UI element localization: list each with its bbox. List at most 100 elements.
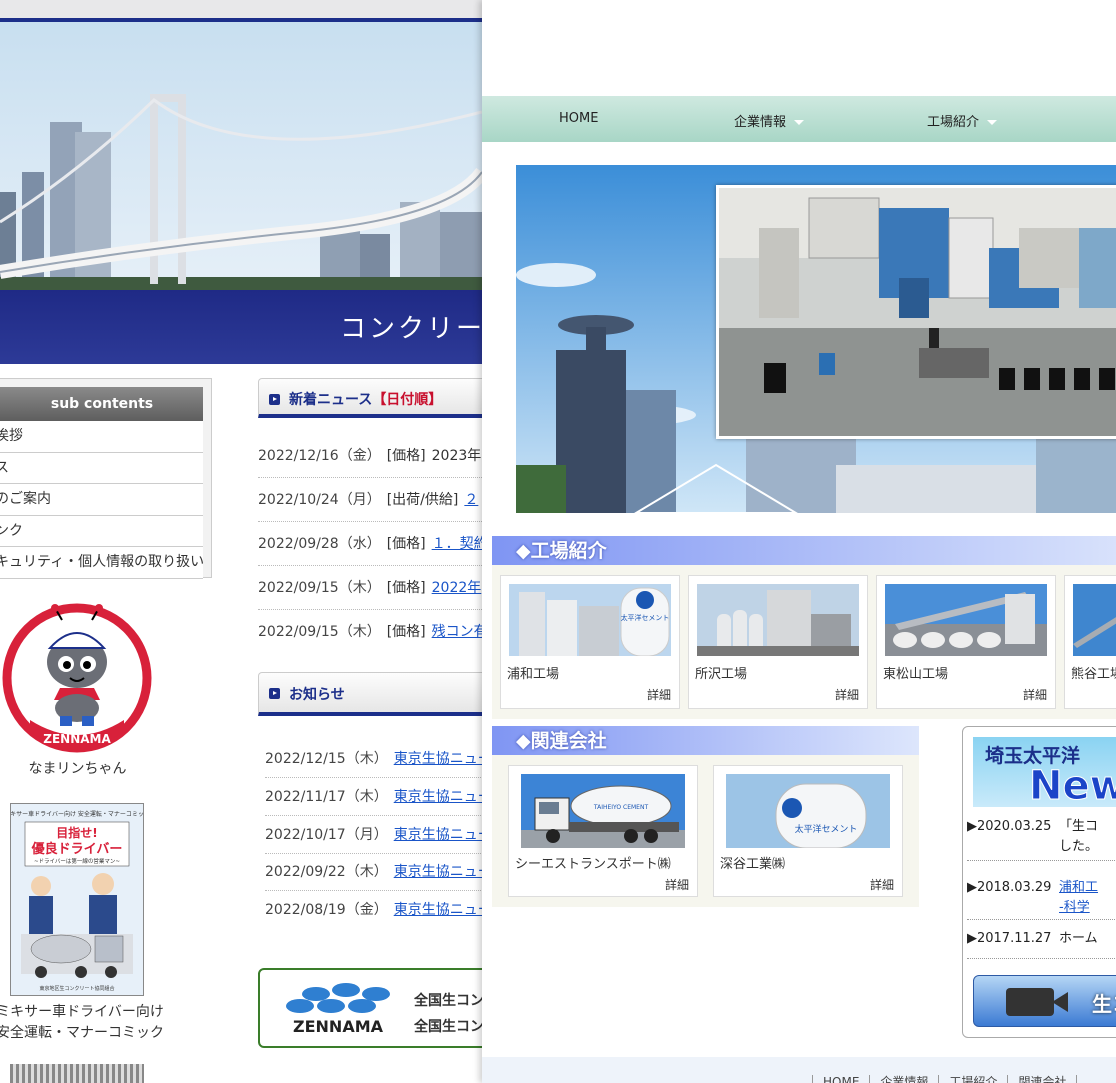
info-link[interactable]: 東京生協ニュー [394,827,482,843]
info-date: 2022/09/22（木） [265,864,388,880]
factory-list: 太平洋セメント 浦和工場 詳細 所沢工場 詳細 東松山工場 詳細 熊谷工 [492,565,1116,719]
comic-caption-line1: ミキサー車ドライバー向け [0,1004,164,1020]
related-section-header: ◆関連会社 [492,726,919,756]
factory-image [1073,584,1116,656]
info-link[interactable]: 東京生協ニュー [394,864,482,880]
play-square-icon [269,394,280,405]
related-card[interactable]: TAIHEIYO CEMENT シーエストランスポート㈱ 詳細 [508,765,698,897]
lab-equipment-photo [716,185,1116,439]
news-row: 2022/10/24（月） [出荷/供給] ２ [258,478,482,522]
hero-title-band: コンクリー [0,290,482,364]
news-box-date: ▶2018.03.29 [967,880,1052,895]
news-link[interactable]: 2022年 [432,580,482,596]
video-button[interactable]: 生コ [973,975,1116,1027]
news-link[interactable]: 残コン有 [432,624,482,640]
factory-name: 浦和工場 [507,667,560,682]
sub-contents-item[interactable]: キュリティ・個人情報の取り扱い [0,547,203,579]
news-logo-big: New [1029,763,1116,808]
news-category: [出荷/供給] [386,492,459,508]
factory-detail-link[interactable]: 詳細 [1023,686,1047,703]
news-box-date: ▶2017.11.27 [967,931,1052,946]
related-card[interactable]: 太平洋セメント 深谷工業㈱ 詳細 [713,765,903,897]
factory-card[interactable]: 太平洋セメント 浦和工場 詳細 [500,575,680,709]
cement-tank-image: 太平洋セメント [726,774,890,848]
info-row: 2022/11/17（木） 東京生協ニュー [265,778,482,816]
video-button-label: 生コ [1092,992,1116,1016]
news-box-row: ▶2018.03.29 浦和工 -科学 [967,872,1116,920]
mascot-namarin-image[interactable]: ZENNAMA [0,600,155,755]
news-header: 新着ニュース【日付順】 [258,378,482,418]
factory-detail-link[interactable]: 詳細 [835,686,859,703]
info-date: 2022/10/17（月） [265,827,388,843]
news-link[interactable]: １．契約 [432,536,482,552]
news-box-link[interactable]: 浦和工 [1059,880,1098,895]
factory-card[interactable]: 東松山工場 詳細 [876,575,1056,709]
info-date: 2022/12/15（木） [265,751,388,767]
hero-title: コンクリー [340,314,482,344]
sub-contents-item[interactable]: 挨拶 [0,421,203,453]
factory-card[interactable]: 熊谷工場 詳細 [1064,575,1116,709]
nav-home[interactable]: HOME [559,111,598,126]
comic-cover-image[interactable]: ミキサー車ドライバー向け 安全運転・マナーコミック 目指せ! 優良ドライバー ~… [4,803,150,996]
info-row: 2022/08/19（金） 東京生協ニュー [265,891,482,929]
news-box-text: ホーム [1059,931,1098,946]
related-detail-link[interactable]: 詳細 [870,876,894,893]
sub-contents-item[interactable]: のご案内 [0,484,203,516]
info-link[interactable]: 東京生協ニュー [394,789,482,805]
news-date: 2022/09/15（木） [258,624,381,640]
sub-contents-list: 挨拶 ス のご案内 ンク キュリティ・個人情報の取り扱い [0,421,203,579]
footer-link[interactable]: 工場紹介 [938,1075,1008,1083]
news-category: [価格] [386,536,426,552]
bottom-thumbnail-image[interactable] [10,1064,144,1083]
caret-down-icon [987,120,998,125]
footer-link[interactable] [1076,1075,1098,1083]
comic-subtitle: ~ドライバーは第一線の営業マン~ [34,857,120,865]
info-row: 2022/10/17（月） 東京生協ニュー [265,816,482,854]
footer-link[interactable]: HOME [812,1075,870,1083]
related-detail-link[interactable]: 詳細 [665,876,689,893]
nav-factories[interactable]: 工場紹介 [927,111,998,130]
comic-title-2: 優良ドライバー [31,841,123,857]
zennama-banner[interactable]: ZENNAMA 全国生コン 全国生コン [258,968,482,1048]
factory-image [697,584,859,656]
factory-section-header: ◆工場紹介 [492,536,1116,566]
factory-detail-link[interactable]: 詳細 [647,686,671,703]
news-date: 2022/09/28（水） [258,536,381,552]
info-link[interactable]: 東京生協ニュー [394,902,482,918]
video-camera-icon [1006,988,1068,1016]
comic-bottom-text: 東京地区生コンクリート協同組合 [39,985,114,992]
zennama-logo-text: ZENNAMA [293,1017,384,1036]
news-row: 2022/09/15（木） [価格] 残コン有 [258,610,482,654]
factory-image [885,584,1047,656]
info-link[interactable]: 東京生協ニュー [394,751,482,767]
mascot-badge-text: ZENNAMA [43,732,111,746]
right-window: HOME 企業情報 工場紹介 ◆工場紹介 太平洋セメント 浦和工場 詳細 所沢工… [482,0,1116,1083]
news-link[interactable]: ２ [464,492,478,508]
top-bar [0,0,482,18]
info-date: 2022/11/17（木） [265,789,388,805]
factory-card[interactable]: 所沢工場 詳細 [688,575,868,709]
truck-text: TAIHEIYO CEMENT [593,804,649,811]
zennama-logo: ZENNAMA [286,983,390,1036]
news-title: 新着ニュース【日付順】 [289,392,443,408]
info-date: 2022/08/19（金） [265,902,388,918]
factory-image: 太平洋セメント [509,584,671,656]
factory-name: 東松山工場 [883,667,949,682]
sub-contents-item[interactable]: ンク [0,516,203,547]
banner-text: 全国生コン 全国生コン [414,993,482,1035]
news-box-link[interactable]: -科学 [1059,900,1090,915]
sub-contents-title: sub contents [0,387,203,421]
footer-link[interactable]: 関連会社 [1007,1075,1077,1083]
news-row: 2022/12/16（金） [価格] 2023年 [258,434,482,478]
comic-caption-line2: 安全運転・マナーコミック [0,1025,164,1041]
news-title-accent: 【日付順】 [372,392,443,408]
news-text: 2023年 [431,448,482,464]
news-date: 2022/12/16（金） [258,448,381,464]
tank-label: 太平洋セメント [621,613,670,622]
sub-contents-item[interactable]: ス [0,453,203,484]
nav-company-info[interactable]: 企業情報 [734,111,805,130]
comic-title-1: 目指せ! [56,825,97,840]
play-square-icon [269,688,280,699]
sub-contents-box: sub contents 挨拶 ス のご案内 ンク キュリティ・個人情報の取り扱… [0,378,212,579]
footer-link[interactable]: 企業情報 [869,1075,939,1083]
